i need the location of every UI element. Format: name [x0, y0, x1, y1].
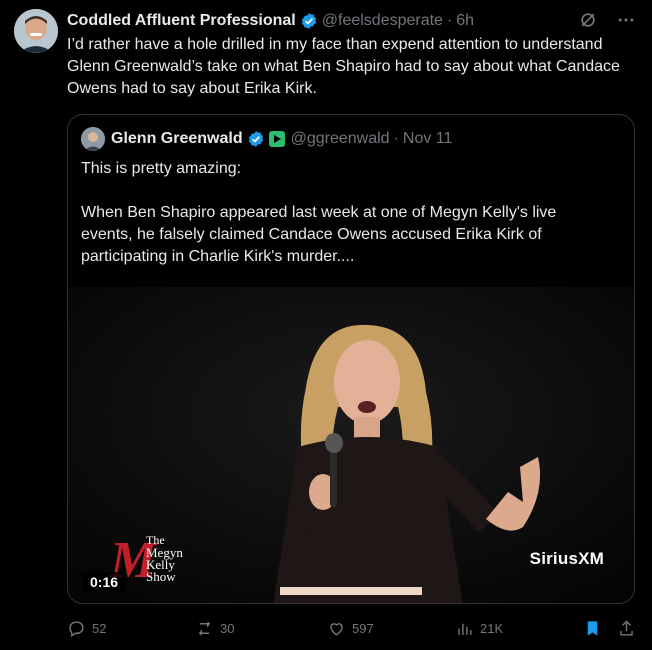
like-count: 597 [352, 621, 374, 636]
quoted-author-avatar[interactable] [81, 127, 105, 151]
video-duration: 0:16 [82, 572, 127, 592]
quoted-author-name[interactable]: Glenn Greenwald [111, 130, 243, 148]
repost-button[interactable]: 30 [195, 619, 234, 638]
verified-badge-icon [247, 130, 265, 148]
quoted-author-handle[interactable]: @ggreenwald [291, 130, 390, 148]
reply-count: 52 [92, 621, 107, 636]
quoted-tweet-date[interactable]: Nov 11 [403, 130, 453, 148]
affiliate-badge-icon [268, 131, 285, 147]
tweet: Coddled Affluent Professional @feelsdesp… [0, 0, 652, 650]
repost-icon [198, 621, 211, 636]
tweet-time[interactable]: 6h [456, 12, 474, 30]
more-options-icon[interactable] [614, 8, 638, 32]
views-button[interactable]: 21K [455, 619, 503, 638]
author-name[interactable]: Coddled Affluent Professional [67, 12, 296, 30]
views-chart-icon [458, 623, 472, 635]
bookmark-icon [587, 621, 598, 636]
repost-count: 30 [220, 621, 235, 636]
verified-badge-icon [300, 12, 318, 30]
heart-icon [330, 623, 343, 636]
quoted-tweet[interactable]: Glenn Greenwald @ggreenwald · Nov 11 Thi… [67, 114, 635, 604]
header-icons [576, 8, 638, 32]
share-button[interactable] [617, 619, 636, 638]
action-bar: 52 30 597 21K [67, 619, 637, 641]
separator-dot: · [446, 12, 453, 29]
quoted-tweet-header: Glenn Greenwald @ggreenwald · Nov 11 [81, 127, 452, 151]
like-button[interactable]: 597 [327, 619, 374, 638]
separator-dot: · [393, 130, 399, 147]
siriusxm-watermark: SiriusXM [529, 549, 604, 568]
share-icon [620, 620, 633, 636]
tweet-text: I’d rather have a hole drilled in my fac… [67, 36, 620, 97]
author-handle[interactable]: @feelsdesperate [322, 12, 443, 30]
logo-line-4: Show [146, 569, 176, 584]
bookmark-button[interactable] [583, 619, 602, 638]
views-count: 21K [480, 621, 504, 636]
reply-icon [69, 621, 84, 637]
quoted-text-line2: When Ben Shapiro appeared last week at o… [81, 204, 557, 265]
video-player[interactable]: M The Megyn Kelly Show SiriusXM 0:16 [68, 287, 634, 603]
quoted-tweet-text: This is pretty amazing: When Ben Shapiro… [81, 158, 611, 290]
grok-icon[interactable] [576, 8, 600, 32]
tweet-header: Coddled Affluent Professional @feelsdesp… [67, 10, 632, 32]
reply-button[interactable]: 52 [67, 619, 106, 638]
author-avatar[interactable] [14, 9, 58, 53]
quoted-text-line1: This is pretty amazing: [81, 160, 242, 177]
